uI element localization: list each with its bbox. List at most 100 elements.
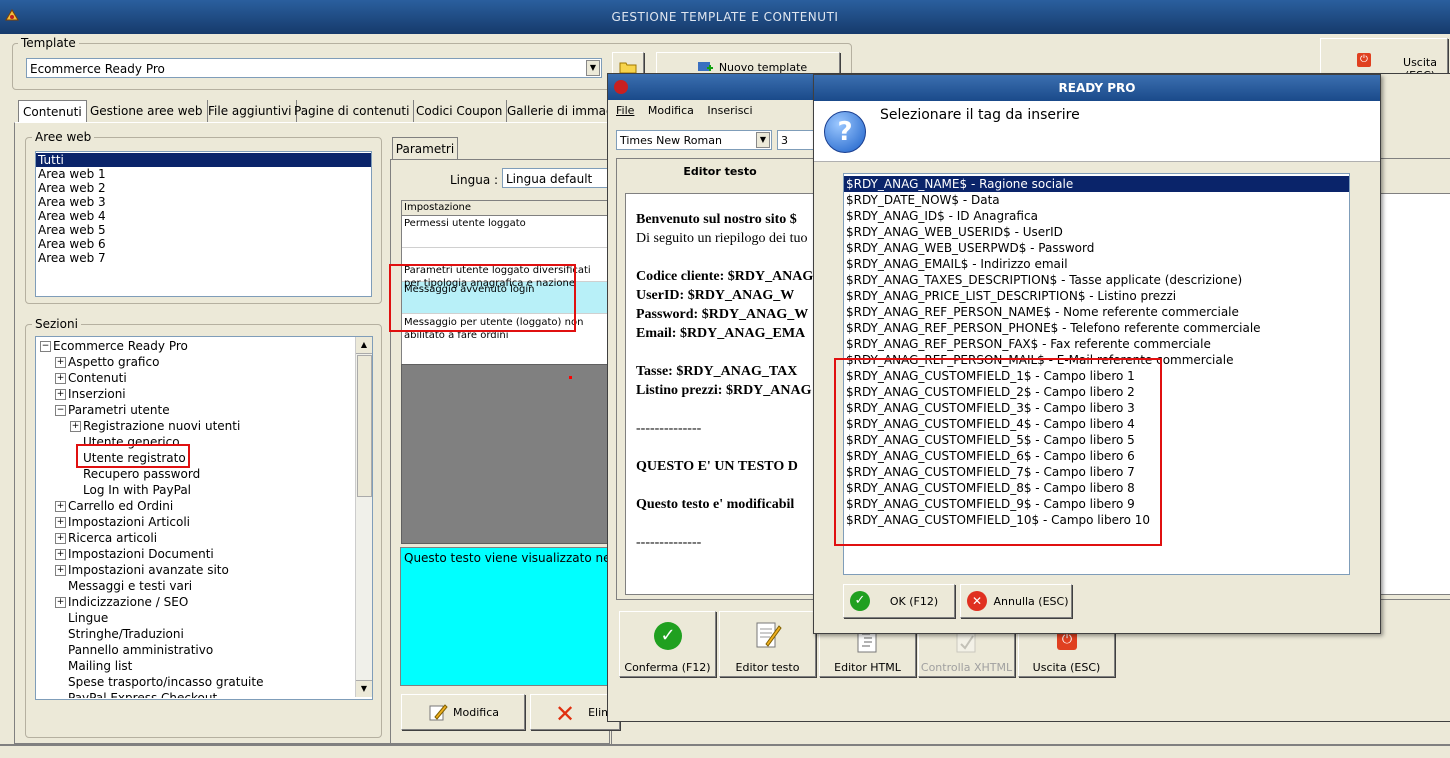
tree-item[interactable]: + Impostazioni avanzate sito	[55, 562, 229, 578]
tree-item[interactable]: Recupero password	[70, 466, 200, 482]
expand-plus-icon[interactable]: +	[55, 565, 66, 576]
tree-item[interactable]: Messaggi e testi vari	[55, 578, 192, 594]
tree-item[interactable]: Spese trasporto/incasso gratuite	[55, 674, 263, 690]
tab-gestione-aree-web[interactable]: Gestione aree web	[86, 100, 208, 122]
list-item[interactable]: $RDY_ANAG_REF_PERSON_FAX$ - Fax referent…	[844, 336, 1349, 352]
expand-plus-icon[interactable]: +	[55, 501, 66, 512]
settings-grid[interactable]: Impostazione Permessi utente loggato Par…	[401, 200, 613, 366]
expand-plus-icon[interactable]: +	[55, 549, 66, 560]
expand-plus-icon[interactable]: +	[55, 517, 66, 528]
list-item[interactable]: $RDY_ANAG_WEB_USERID$ - UserID	[844, 224, 1349, 240]
list-item[interactable]: $RDY_ANAG_CUSTOMFIELD_9$ - Campo libero …	[844, 496, 1349, 512]
tree-item[interactable]: Pannello amministrativo	[55, 642, 213, 658]
list-item[interactable]: $RDY_ANAG_REF_PERSON_MAIL$ - E-Mail refe…	[844, 352, 1349, 368]
list-item[interactable]: Area web 2	[36, 181, 371, 195]
tree-item[interactable]: Mailing list	[55, 658, 132, 674]
list-item[interactable]: $RDY_ANAG_CUSTOMFIELD_6$ - Campo libero …	[844, 448, 1349, 464]
scroll-thumb[interactable]	[357, 355, 372, 497]
list-item[interactable]: $RDY_ANAG_EMAIL$ - Indirizzo email	[844, 256, 1349, 272]
menu-file[interactable]: File	[616, 104, 634, 117]
list-item[interactable]: $RDY_ANAG_REF_PERSON_PHONE$ - Telefono r…	[844, 320, 1349, 336]
tab-editor-testo[interactable]: Editor testo	[622, 160, 818, 184]
tab-pagine-di-contenuti[interactable]: Pagine di contenuti	[290, 100, 415, 122]
table-row[interactable]: Messaggio per utente (loggato) non abili…	[402, 314, 612, 348]
table-row[interactable]: Parametri utente loggato diversificati p…	[402, 248, 612, 289]
expand-plus-icon[interactable]: +	[70, 421, 81, 432]
tab-file-aggiuntivi[interactable]: File aggiuntivi	[204, 100, 297, 122]
list-item[interactable]: $RDY_ANAG_WEB_USERPWD$ - Password	[844, 240, 1349, 256]
scroll-down-icon[interactable]: ▼	[356, 680, 372, 697]
list-item[interactable]: $RDY_DATE_NOW$ - Data	[844, 192, 1349, 208]
sezioni-tree[interactable]: − Ecommerce Ready Pro + Aspetto grafico + Con…	[35, 336, 373, 700]
tree-item[interactable]: − Ecommerce Ready Pro	[40, 338, 188, 354]
list-item[interactable]: Area web 4	[36, 209, 371, 223]
tree-item[interactable]: + Carrello ed Ordini	[55, 498, 173, 514]
chevron-down-icon[interactable]: ▼	[756, 132, 770, 148]
conferma-button[interactable]: ✓ Conferma (F12)	[619, 611, 716, 677]
list-item[interactable]: Area web 5	[36, 223, 371, 237]
list-item[interactable]: Area web 1	[36, 167, 371, 181]
tree-item[interactable]: + Ricerca articoli	[55, 530, 157, 546]
expand-plus-icon[interactable]: +	[55, 597, 66, 608]
font-size-select[interactable]: 3	[777, 130, 815, 150]
tree-item[interactable]: + Inserzioni	[55, 386, 126, 402]
list-item[interactable]: $RDY_ANAG_REF_PERSON_NAME$ - Nome refere…	[844, 304, 1349, 320]
tab-contenuti[interactable]: Contenuti	[18, 100, 87, 123]
list-item[interactable]: Area web 7	[36, 251, 371, 265]
menu-modifica[interactable]: Modifica	[648, 104, 694, 117]
list-item[interactable]: Area web 6	[36, 237, 371, 251]
lingua-select[interactable]: Lingua default	[502, 168, 612, 188]
collapse-minus-icon[interactable]: −	[55, 405, 66, 416]
tab-parametri[interactable]: Parametri	[392, 137, 458, 160]
list-item[interactable]: $RDY_ANAG_CUSTOMFIELD_8$ - Campo libero …	[844, 480, 1349, 496]
tab-codici-coupon[interactable]: Codici Coupon	[412, 100, 508, 122]
aree-web-list[interactable]: Tutti Area web 1 Area web 2 Area web 3 A…	[35, 151, 372, 297]
list-item[interactable]: Area web 3	[36, 195, 371, 209]
tree-item[interactable]: + Registrazione nuovi utenti	[70, 418, 240, 434]
tree-item[interactable]: Utente generico	[70, 434, 180, 450]
tree-scrollbar[interactable]: ▲ ▼	[355, 337, 372, 697]
expand-plus-icon[interactable]: +	[55, 533, 66, 544]
scroll-up-icon[interactable]: ▲	[356, 337, 372, 354]
list-item[interactable]: $RDY_ANAG_PRICE_LIST_DESCRIPTION$ - List…	[844, 288, 1349, 304]
modifica-button[interactable]: Modifica	[401, 694, 525, 730]
list-item[interactable]: $RDY_ANAG_CUSTOMFIELD_7$ - Campo libero …	[844, 464, 1349, 480]
list-item[interactable]: $RDY_ANAG_CUSTOMFIELD_1$ - Campo libero …	[844, 368, 1349, 384]
table-row[interactable]: Permessi utente loggato	[402, 216, 612, 248]
list-item[interactable]: $RDY_ANAG_ID$ - ID Anagrafica	[844, 208, 1349, 224]
chevron-down-icon[interactable]: ▼	[586, 60, 600, 76]
list-item[interactable]: $RDY_ANAG_CUSTOMFIELD_5$ - Campo libero …	[844, 432, 1349, 448]
editor-testo-button[interactable]: Editor testo	[719, 611, 816, 677]
tree-item[interactable]: Log In with PayPal	[70, 482, 191, 498]
list-item[interactable]: Tutti	[36, 153, 371, 167]
expand-plus-icon[interactable]: +	[55, 373, 66, 384]
table-row[interactable]: Messaggio avvenuto login	[402, 282, 612, 314]
tree-item[interactable]: + Indicizzazione / SEO	[55, 594, 188, 610]
template-select[interactable]: Ecommerce Ready Pro ▼	[26, 58, 602, 78]
ok-button[interactable]: ✓ OK (F12)	[843, 584, 955, 618]
list-item[interactable]: $RDY_ANAG_CUSTOMFIELD_10$ - Campo libero…	[844, 512, 1349, 528]
list-item[interactable]: $RDY_ANAG_TAXES_DESCRIPTION$ - Tasse app…	[844, 272, 1349, 288]
tab-gestione-aree-web-label: Gestione aree web	[90, 104, 203, 118]
tree-item[interactable]: + Contenuti	[55, 370, 127, 386]
menu-inserisci[interactable]: Inserisci	[707, 104, 752, 117]
expand-plus-icon[interactable]: +	[55, 389, 66, 400]
list-item[interactable]: $RDY_ANAG_CUSTOMFIELD_2$ - Campo libero …	[844, 384, 1349, 400]
tree-item[interactable]: + Impostazioni Articoli	[55, 514, 190, 530]
expand-plus-icon[interactable]: +	[55, 357, 66, 368]
list-item[interactable]: $RDY_ANAG_NAME$ - Ragione sociale	[844, 176, 1349, 192]
tree-item[interactable]: Lingue	[55, 610, 108, 626]
tree-item[interactable]: + Aspetto grafico	[55, 354, 159, 370]
tree-item[interactable]: Stringhe/Traduzioni	[55, 626, 184, 642]
list-item[interactable]: $RDY_ANAG_CUSTOMFIELD_3$ - Campo libero …	[844, 400, 1349, 416]
tag-list[interactable]: $RDY_ANAG_NAME$ - Ragione sociale $RDY_DA…	[843, 173, 1350, 575]
tree-item[interactable]: PayPal Express Checkout	[55, 690, 217, 698]
collapse-minus-icon[interactable]: −	[40, 341, 51, 352]
font-name-select[interactable]: Times New Roman ▼	[616, 130, 772, 150]
tree-item[interactable]: Utente registrato	[70, 450, 186, 466]
tree-item[interactable]: − Parametri utente	[55, 402, 170, 418]
tree-item[interactable]: + Impostazioni Documenti	[55, 546, 214, 562]
list-item[interactable]: $RDY_ANAG_CUSTOMFIELD_4$ - Campo libero …	[844, 416, 1349, 432]
cancel-button[interactable]: ✕ Annulla (ESC)	[960, 584, 1072, 618]
